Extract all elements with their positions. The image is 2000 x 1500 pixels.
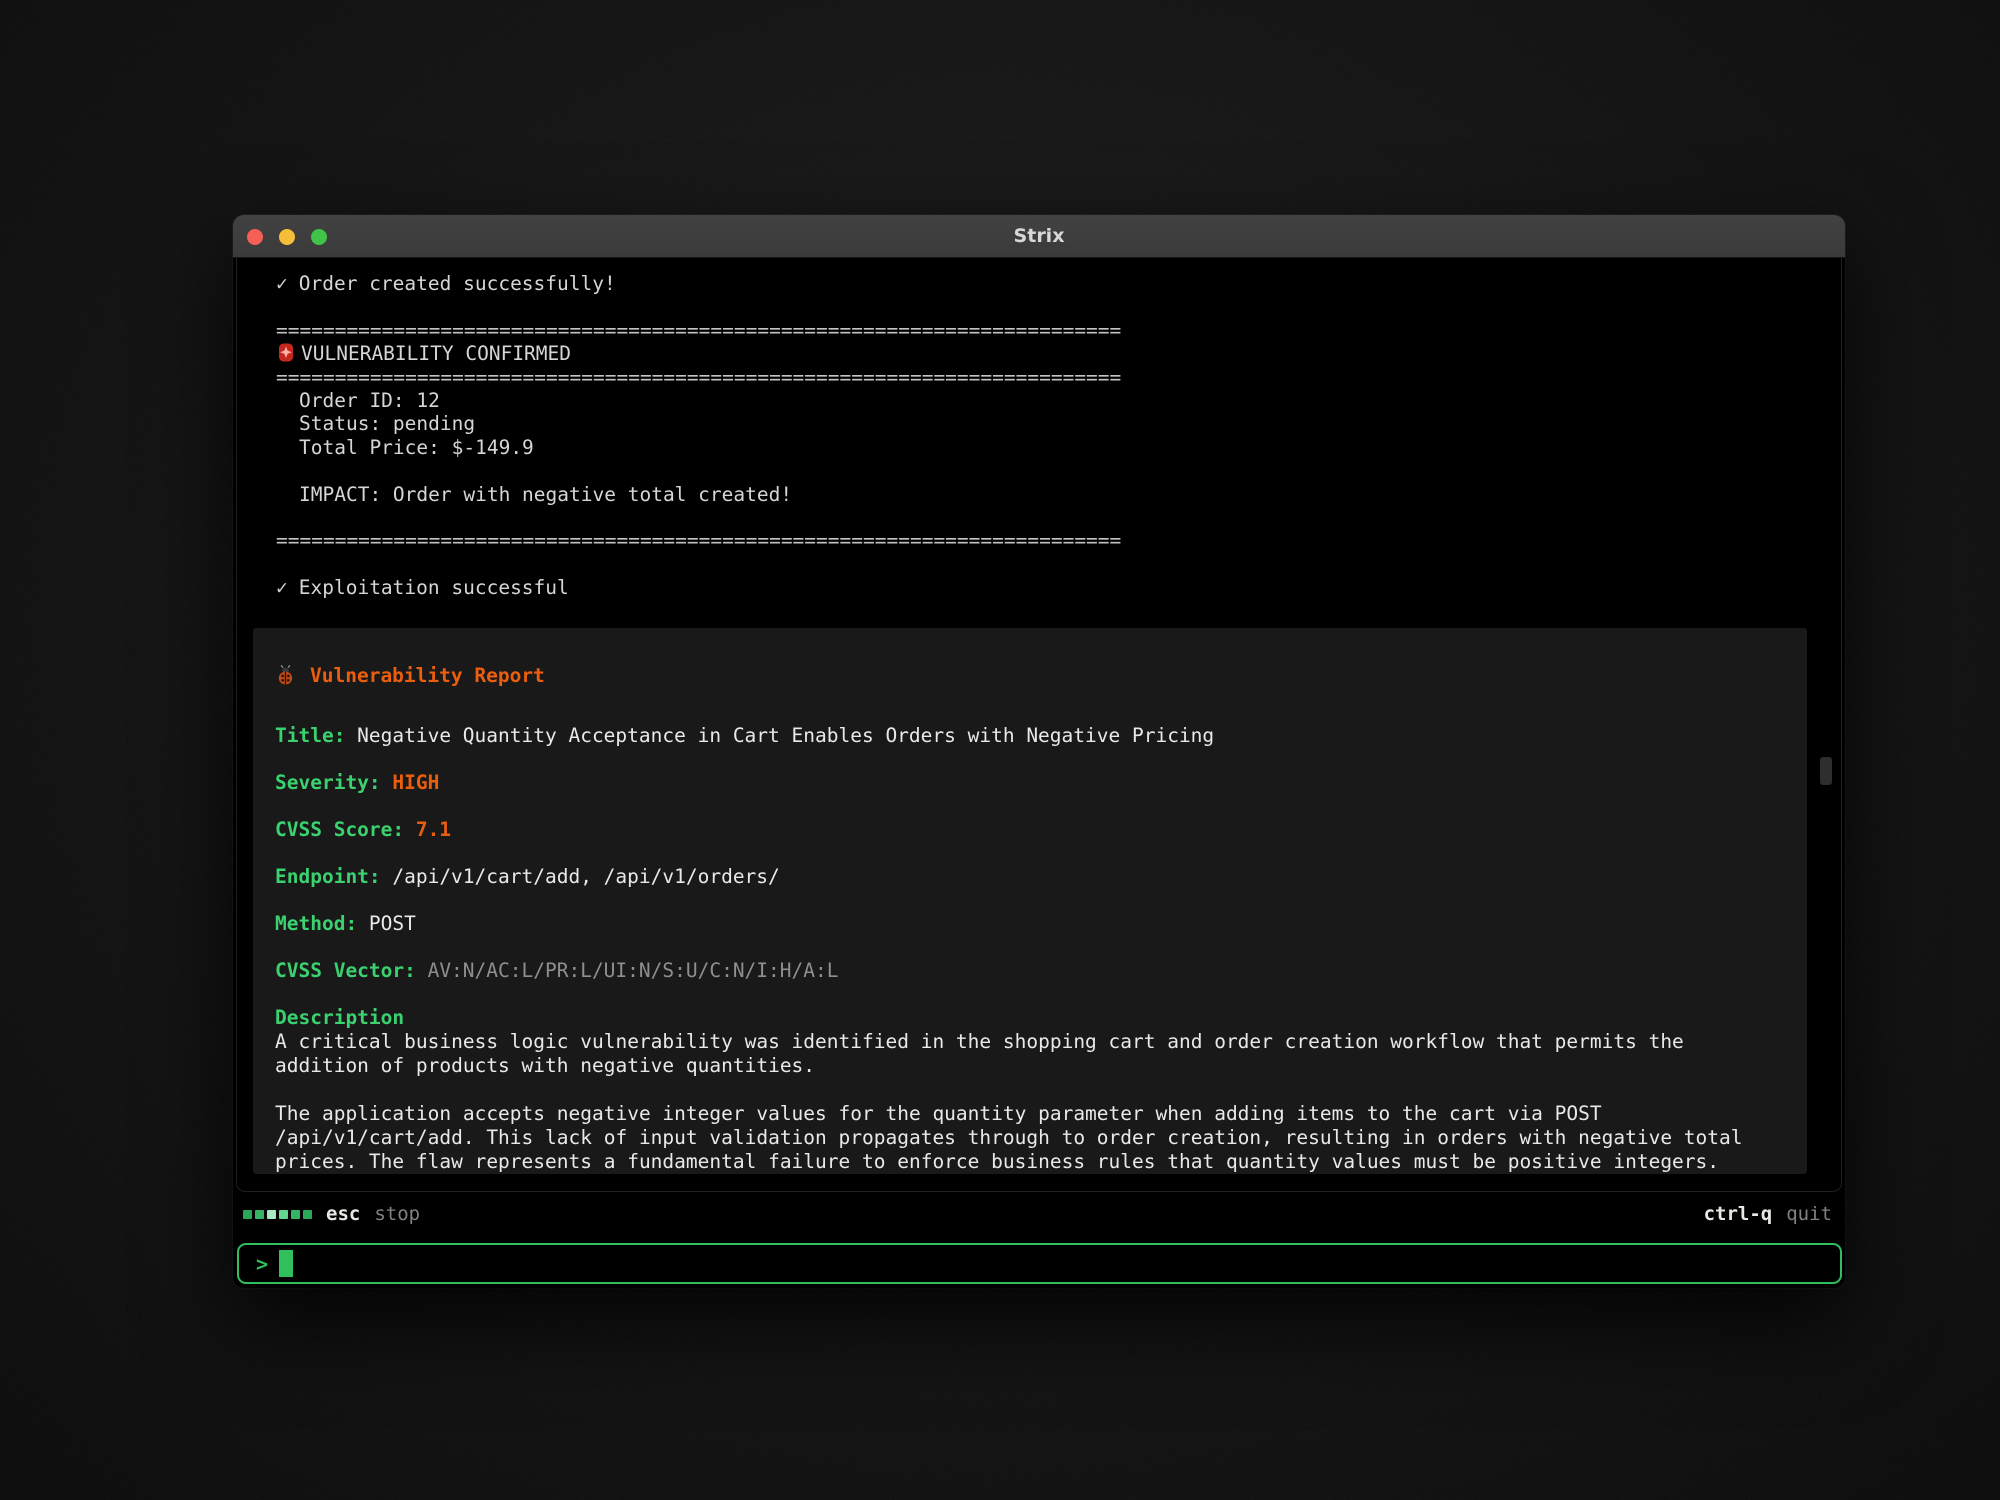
report-field-cvss-vector: CVSS Vector:AV:N/AC:L/PR:L/UI:N/S:U/C:N/… [275,959,1787,983]
vulnerability-confirmed-line: VULNERABILITY CONFIRMED [276,342,1841,365]
report-heading-text: Vulnerability Report [310,664,545,687]
description-line [275,1078,1787,1102]
strix-window: Strix ✓ Order created successfully! =====… [233,215,1845,1288]
description-line: A critical business logic vulnerability … [275,1030,1787,1054]
report-field-method: Method:POST [275,912,1787,936]
ladybug-icon [275,664,296,686]
window-title: Strix [233,215,1845,257]
order-success-text: Order created successfully! [299,272,616,295]
description-line: /api/v1/cart/add. This lack of input val… [275,1126,1787,1150]
rotating-light-icon [276,342,296,363]
text-cursor [279,1250,293,1277]
scrollbar-thumb[interactable] [1820,757,1832,785]
esc-action-label: stop [374,1203,420,1225]
quit-action-label: quit [1786,1203,1832,1225]
order-id-line: Order ID: 12 [276,389,1841,412]
window-titlebar[interactable]: Strix [233,215,1845,258]
desktop-background: Strix ✓ Order created successfully! =====… [0,0,2000,1500]
exploitation-success-text: Exploitation successful [299,576,569,599]
command-input[interactable]: > [237,1243,1842,1284]
vulnerability-report-panel: Vulnerability Report Title:Negative Quan… [253,628,1807,1174]
description-line: addition of products with negative quant… [275,1054,1787,1078]
status-right: ctrl-q quit [1704,1203,1832,1225]
report-heading: Vulnerability Report [275,664,1787,688]
report-field-endpoint: Endpoint:/api/v1/cart/add, /api/v1/order… [275,865,1787,889]
report-field-title: Title:Negative Quantity Acceptance in Ca… [275,724,1787,748]
activity-spinner-icon [243,1210,312,1219]
report-field-cvss-score: CVSS Score:7.1 [275,818,1787,842]
total-price-line: Total Price: $-149.9 [276,436,1841,459]
impact-line: IMPACT: Order with negative total create… [276,483,1841,506]
status-line: Status: pending [276,412,1841,435]
status-left: esc stop [243,1203,420,1225]
order-success-line: ✓ Order created successfully! [276,272,1841,295]
separator-line: ========================================… [276,319,1841,342]
description-heading: Description [275,1006,1787,1030]
exploitation-success-line: ✓ Exploitation successful [276,576,1841,599]
prompt-chevron-icon: > [256,1252,268,1276]
terminal-content: ✓ Order created successfully! ===========… [233,258,1845,1288]
quit-key-hint[interactable]: ctrl-q [1704,1203,1773,1225]
esc-key-hint[interactable]: esc [326,1203,360,1225]
description-line: prices. The flaw represents a fundamenta… [275,1150,1787,1174]
status-bar: esc stop ctrl-q quit [243,1199,1832,1229]
separator-line: ========================================… [276,529,1841,552]
vulnerability-confirmed-text: VULNERABILITY CONFIRMED [301,342,571,365]
check-icon: ✓ [276,272,288,295]
output-scroll-region[interactable]: ✓ Order created successfully! ===========… [236,258,1842,1192]
separator-line: ========================================… [276,366,1841,389]
description-line: The application accepts negative integer… [275,1102,1787,1126]
report-field-severity: Severity:HIGH [275,771,1787,795]
check-icon: ✓ [276,576,288,599]
